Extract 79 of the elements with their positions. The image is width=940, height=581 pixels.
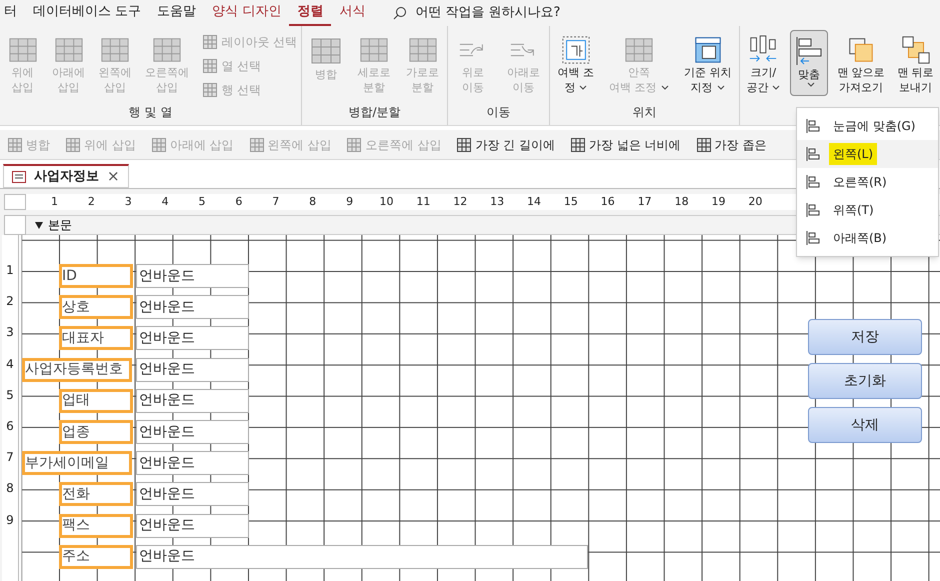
toolbar-button[interactable]: 가장 넓은 너비에 xyxy=(566,136,685,154)
text-box[interactable]: 언바운드 xyxy=(136,420,249,444)
caret-icon xyxy=(806,82,815,88)
text-box[interactable]: 언바운드 xyxy=(136,358,249,382)
group-label: 행 및 열 xyxy=(128,104,174,121)
grid-icon xyxy=(152,138,166,152)
ribbon-button[interactable]: 크기/ 공간 xyxy=(743,30,784,96)
ribbon-button[interactable]: 여백 조 정 xyxy=(554,30,598,96)
toolbar-button[interactable]: 가장 좁은 xyxy=(692,136,770,154)
text-box[interactable]: 언바운드 xyxy=(136,295,249,320)
group-label: 이동 xyxy=(486,104,512,121)
grid-icon xyxy=(347,138,362,152)
menu-tab[interactable]: 서식 xyxy=(331,0,374,26)
document-tab[interactable]: 사업자정보 × xyxy=(3,164,129,188)
text-box[interactable]: 언바운드 xyxy=(136,388,249,413)
text-box[interactable]: 언바운드 xyxy=(136,326,249,350)
form-button[interactable]: 삭제 xyxy=(808,407,922,443)
text-box[interactable]: 언바운드 xyxy=(136,451,249,476)
grid-icon xyxy=(203,59,218,73)
menu-tab[interactable]: 도움말 xyxy=(149,0,204,26)
ribbon-button[interactable]: 맨 뒤로 보내기 xyxy=(894,30,937,96)
group-label: 병합/분할 xyxy=(347,104,402,121)
menu-tab[interactable]: 터 xyxy=(0,0,25,26)
grid-icon xyxy=(203,83,218,97)
field-label[interactable]: ID xyxy=(59,264,133,288)
field-label[interactable]: 전화 xyxy=(59,482,133,506)
ribbon-button[interactable]: 맨 앞으로 가져오기 xyxy=(834,30,888,96)
ribbon-button[interactable]: 맞춤 xyxy=(790,30,828,96)
text-box[interactable]: 언바운드 xyxy=(136,264,249,288)
margin-icon xyxy=(560,35,592,65)
grid-icon xyxy=(570,138,585,152)
search-icon xyxy=(393,6,408,20)
grid-icon xyxy=(250,138,264,152)
send-back-icon xyxy=(900,35,932,65)
grid-icon xyxy=(203,35,218,49)
grid-icon xyxy=(457,138,472,152)
tab-title: 사업자정보 xyxy=(34,168,99,186)
grid-icon xyxy=(8,138,22,152)
align-icon xyxy=(805,146,821,162)
menu-tab[interactable]: 데이터베이스 도구 xyxy=(25,0,150,26)
text-box[interactable]: 언바운드 xyxy=(136,482,249,506)
ruler-corner xyxy=(4,194,26,210)
form-button[interactable]: 저장 xyxy=(808,319,922,355)
text-box[interactable]: 언바운드 xyxy=(136,514,249,538)
text-box[interactable]: 언바운드 xyxy=(136,544,588,569)
section-arrow-icon xyxy=(34,220,44,230)
field-label[interactable]: 대표자 xyxy=(59,326,133,350)
field-label[interactable]: 상호 xyxy=(59,295,133,320)
field-label[interactable]: 부가세이메일 xyxy=(22,451,132,476)
align-icon xyxy=(805,174,821,190)
close-button[interactable]: × xyxy=(107,165,120,188)
grid-icon xyxy=(66,138,80,152)
ribbon-button[interactable]: 기준 위치 지정 xyxy=(680,30,734,96)
vertical-ruler: 1 2 3 4 5 6 7 8 9 xyxy=(2,235,22,581)
section-selector[interactable] xyxy=(4,215,26,235)
tell-me-field[interactable]: 어떤 작업을 원하시나요? xyxy=(415,3,560,23)
field-label[interactable]: 업태 xyxy=(59,388,133,413)
caret-icon xyxy=(579,84,588,91)
form-icon xyxy=(12,170,26,182)
toolbar-button[interactable]: 가장 긴 길이에 xyxy=(453,136,559,154)
field-label[interactable]: 업종 xyxy=(59,420,133,444)
menu-tab[interactable]: 양식 디자인 xyxy=(204,0,290,26)
caret-icon xyxy=(772,84,780,91)
caret-icon xyxy=(660,84,669,91)
grid-icon xyxy=(696,138,711,152)
field-label[interactable]: 주소 xyxy=(59,544,133,569)
menu-item[interactable]: 눈금에 맞춤(G) xyxy=(797,112,938,140)
align-icon xyxy=(805,230,821,246)
align-icon xyxy=(805,202,821,218)
caret-icon xyxy=(716,84,725,91)
section-title: 본문 xyxy=(48,217,72,234)
menu-item[interactable]: 아래쪽(B) xyxy=(797,224,938,252)
align-icon xyxy=(805,118,821,134)
group-label: 위치 xyxy=(632,104,658,121)
menu-item[interactable]: 오른쪽(R) xyxy=(797,168,938,196)
field-label[interactable]: 팩스 xyxy=(59,514,133,538)
form-button[interactable]: 초기화 xyxy=(808,363,922,399)
menu-item[interactable]: 왼쪽(L) xyxy=(797,140,938,168)
field-label[interactable]: 사업자등록번호 xyxy=(22,358,132,382)
